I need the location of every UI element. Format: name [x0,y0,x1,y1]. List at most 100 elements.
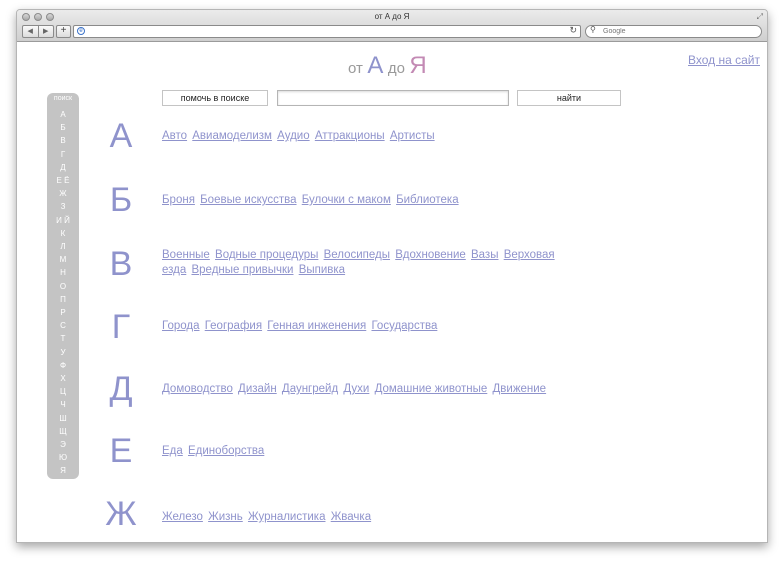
sidebar-letter[interactable]: Ц [47,387,79,396]
sidebar-letter[interactable]: Щ [47,427,79,436]
logo-to: до [387,60,405,77]
section-links: Железо Жизнь Журналистика Жвачка [162,510,582,525]
alphabet-sidebar: поиск АБВГД Е Ё ЖЗ И Й КЛМНОПРСТУФХЦЧШЩЭЮЯ [47,93,79,479]
topic-link[interactable]: Булочки с маком [302,194,391,206]
sidebar-letter[interactable]: З [47,202,79,211]
sidebar-letter[interactable]: Н [47,268,79,277]
forward-button[interactable]: ▶ [39,26,54,37]
topic-link[interactable]: Домашние животные [375,383,488,395]
search-icon: ⚲ [590,25,596,34]
sidebar-letter[interactable]: Э [47,440,79,449]
search-input[interactable] [277,90,509,106]
section-letter: Ж [105,495,137,533]
sidebar-letter[interactable]: Ф [47,361,79,370]
topic-link[interactable]: Единоборства [188,445,264,457]
topic-link[interactable]: Домоводство [162,383,233,395]
topic-link[interactable]: Жизнь [208,511,243,523]
topic-link[interactable]: Выпивка [299,264,345,276]
section-links: Броня Боевые искусства Булочки с маком Б… [162,193,582,208]
topic-link[interactable]: Авто [162,130,187,142]
section-links: Военные Водные процедуры Велосипеды Вдох… [162,248,582,278]
browser-window: от А до Я ⤢ ◀ ▶ + e ↻ ⚲ от А до Я Вход н… [16,9,768,543]
find-button[interactable]: найти [517,90,621,106]
sidebar-letter[interactable]: Я [47,466,79,475]
section-letter: Б [109,181,133,219]
sidebar-letter[interactable]: О [47,282,79,291]
logo-from: от [348,60,363,77]
sidebar-letter[interactable]: П [47,295,79,304]
browser-search-bar[interactable]: ⚲ [585,25,762,38]
topic-link[interactable]: Генная инженения [267,320,366,332]
section-letter: Д [109,370,133,408]
window-title: от А до Я [374,12,410,21]
topic-link[interactable]: Духи [343,383,369,395]
section-links: Города География Генная инженения Госуда… [162,319,582,334]
topic-link[interactable]: Города [162,320,200,332]
section-letter: А [109,117,133,155]
sidebar-letter[interactable]: Ю [47,453,79,462]
sidebar-letter[interactable]: У [47,348,79,357]
site-icon: e [77,27,85,35]
sidebar-letter[interactable]: Л [47,242,79,251]
sidebar-letter[interactable]: Р [47,308,79,317]
site-logo: от А до Я [348,52,427,80]
section-links: Домоводство Дизайн Даунгрейд Духи Домашн… [162,382,582,397]
topic-link[interactable]: Движение [493,383,547,395]
topic-link[interactable]: География [205,320,262,332]
topic-link[interactable]: Даунгрейд [282,383,338,395]
section-links: Авто Авиамоделизм Аудио Аттракционы Арти… [162,129,582,144]
sidebar-letter[interactable]: Ч [47,400,79,409]
topic-link[interactable]: Журналистика [248,511,326,523]
sidebar-letter[interactable]: Б [47,123,79,132]
section-letter: Е [109,432,133,470]
address-bar[interactable]: e ↻ [73,25,581,38]
sidebar-letter[interactable]: С [47,321,79,330]
page-content: от А до Я Вход на сайт помочь в поиске н… [17,42,767,542]
topic-link[interactable]: Библиотека [396,194,459,206]
sidebar-letter[interactable]: А [47,110,79,119]
logo-letter-a: А [367,52,384,79]
topic-link[interactable]: Дизайн [238,383,277,395]
topic-link[interactable]: Вдохновение [395,249,466,261]
title-bar: от А до Я ⤢ ◀ ▶ + e ↻ ⚲ [17,10,767,42]
topic-link[interactable]: Вредные привычки [191,264,293,276]
section-links: Еда Единоборства [162,444,582,459]
topic-link[interactable]: Аттракционы [315,130,385,142]
add-bookmark-button[interactable]: + [56,25,71,38]
sidebar-letter[interactable]: Д [47,163,79,172]
sidebar-letter[interactable]: И Й [47,216,79,225]
help-search-button[interactable]: помочь в поиске [162,90,268,106]
sidebar-letter[interactable]: Х [47,374,79,383]
topic-link[interactable]: Аудио [277,130,309,142]
sidebar-letter[interactable]: Г [47,150,79,159]
topic-link[interactable]: Боевые искусства [200,194,296,206]
sidebar-letter[interactable]: М [47,255,79,264]
sidebar-letter[interactable]: В [47,136,79,145]
back-forward-buttons: ◀ ▶ [22,25,54,38]
sidebar-letter[interactable]: Ш [47,414,79,423]
topic-link[interactable]: Государства [371,320,437,332]
section-letter: В [109,245,133,283]
topic-link[interactable]: Броня [162,194,195,206]
topic-link[interactable]: Вазы [471,249,498,261]
fullscreen-icon[interactable]: ⤢ [757,12,763,22]
sidebar-search-label[interactable]: поиск [47,95,79,102]
topic-link[interactable]: Железо [162,511,203,523]
section-letter: Г [111,308,131,346]
topic-link[interactable]: Велосипеды [324,249,390,261]
topic-link[interactable]: Артисты [390,130,435,142]
topic-link[interactable]: Водные процедуры [215,249,318,261]
back-button[interactable]: ◀ [23,26,39,37]
topic-link[interactable]: Еда [162,445,183,457]
topic-link[interactable]: Авиамоделизм [192,130,272,142]
logo-letter-ya: Я [409,52,427,79]
sidebar-letter[interactable]: Е Ё [47,176,79,185]
sidebar-letter[interactable]: Т [47,334,79,343]
topic-link[interactable]: Жвачка [331,511,371,523]
sidebar-letter[interactable]: Ж [47,189,79,198]
reload-icon[interactable]: ↻ [569,25,577,36]
browser-search-input[interactable] [603,26,753,37]
topic-link[interactable]: Военные [162,249,210,261]
login-link[interactable]: Вход на сайт [688,53,760,67]
sidebar-letter[interactable]: К [47,229,79,238]
